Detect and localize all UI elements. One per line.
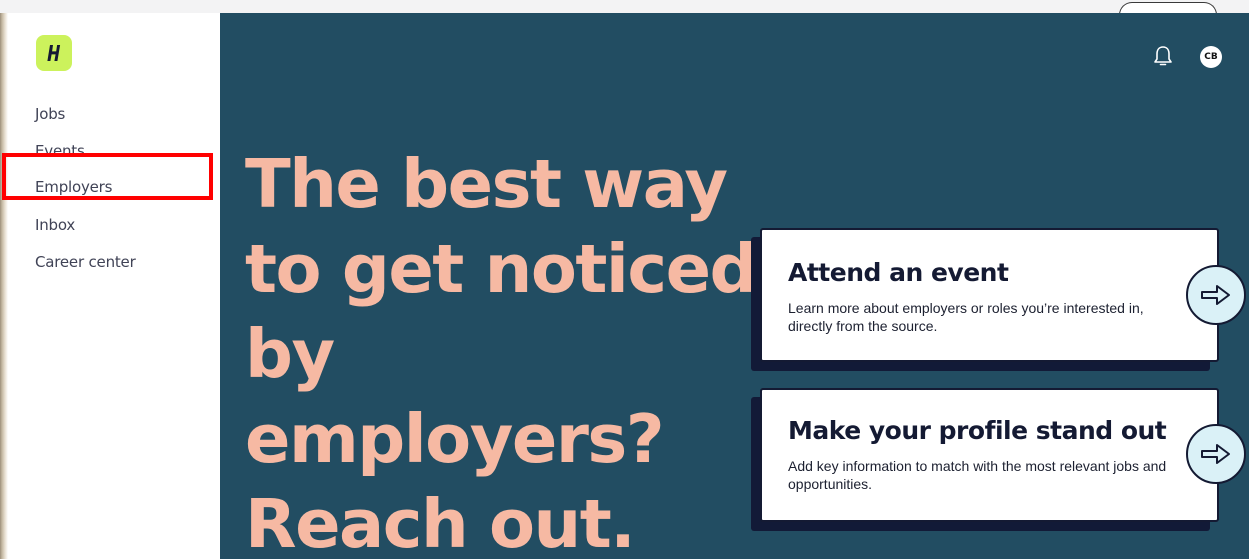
browser-top-strip [0, 0, 1249, 15]
sidebar: Jobs Events Employers Inbox Career cente… [8, 13, 220, 559]
handshake-logo[interactable] [36, 35, 72, 71]
left-edge-decoration [0, 13, 8, 559]
profile-arrow-button[interactable] [1186, 424, 1246, 484]
arrow-right-icon [1201, 444, 1230, 464]
hero-headline: The best way to get noticed by employers… [245, 145, 757, 559]
arrow-right-icon [1201, 285, 1230, 305]
sidebar-item-career-center[interactable]: Career center [35, 253, 136, 271]
profile-card-title: Make your profile stand out [788, 416, 1167, 445]
sidebar-item-inbox[interactable]: Inbox [35, 216, 75, 234]
sidebar-item-jobs[interactable]: Jobs [35, 105, 65, 123]
main-content: CB The best way to get noticed by employ… [220, 13, 1249, 559]
attend-event-arrow-button[interactable] [1186, 265, 1246, 325]
attend-event-card[interactable]: Attend an event Learn more about employe… [760, 228, 1219, 362]
employers-highlight-box [2, 153, 213, 200]
profile-card-description: Add key information to match with the mo… [788, 458, 1167, 492]
profile-card[interactable]: Make your profile stand out Add key info… [760, 388, 1219, 522]
bell-icon[interactable] [1152, 44, 1174, 68]
attend-event-description: Learn more about employers or roles you’… [788, 300, 1144, 334]
logo-h-mark [47, 45, 61, 61]
user-avatar[interactable]: CB [1200, 46, 1222, 68]
attend-event-title: Attend an event [788, 258, 1009, 287]
